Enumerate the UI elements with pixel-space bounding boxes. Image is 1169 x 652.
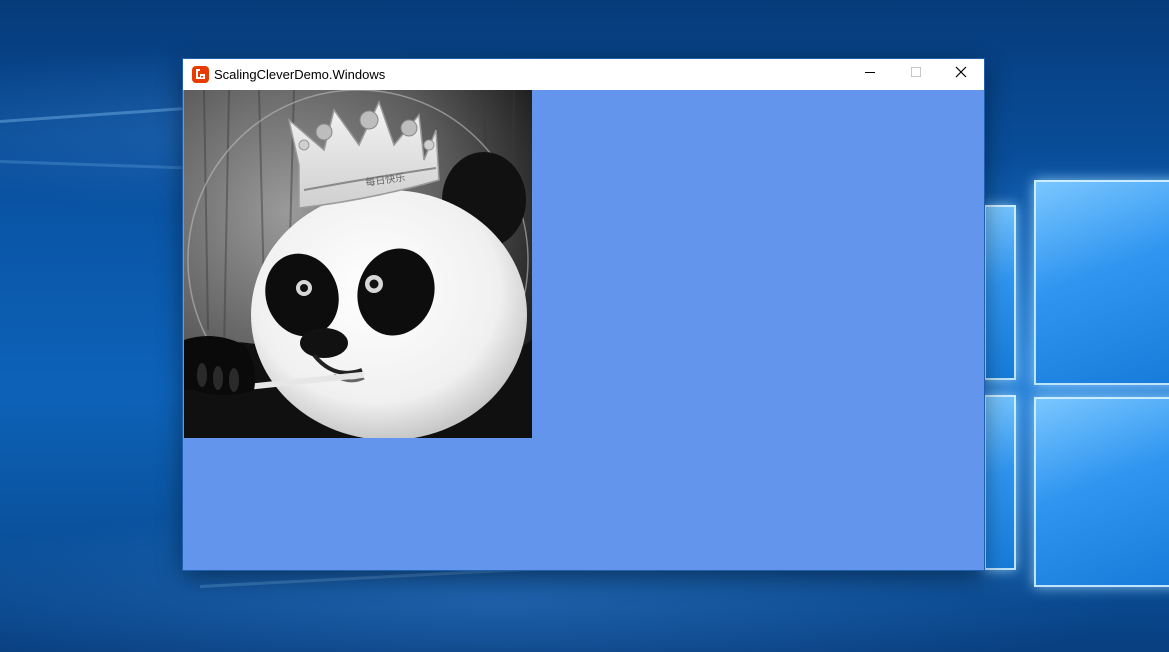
- windows-logo-pane: [1034, 180, 1169, 385]
- windows-logo-pane: [984, 395, 1016, 570]
- window-titlebar[interactable]: ScalingCleverDemo.Windows: [183, 59, 984, 90]
- window-title: ScalingCleverDemo.Windows: [214, 67, 386, 82]
- maximize-icon: [910, 65, 922, 83]
- windows-logo-pane: [984, 205, 1016, 380]
- maximize-button[interactable]: [893, 59, 939, 89]
- minimize-icon: [864, 65, 876, 83]
- panda-with-crown-image: 每日快乐: [184, 90, 532, 438]
- monogame-icon[interactable]: [192, 66, 209, 83]
- minimize-button[interactable]: [847, 59, 893, 89]
- windows-logo-icon: [984, 180, 1169, 600]
- close-icon: [955, 65, 967, 83]
- app-window[interactable]: ScalingCleverDemo.Windows 每日快乐: [183, 59, 984, 570]
- close-button[interactable]: [938, 59, 984, 89]
- desktop: ScalingCleverDemo.Windows 每日快乐: [0, 0, 1169, 652]
- game-viewport[interactable]: 每日快乐: [183, 90, 984, 570]
- windows-logo-pane: [1034, 397, 1169, 587]
